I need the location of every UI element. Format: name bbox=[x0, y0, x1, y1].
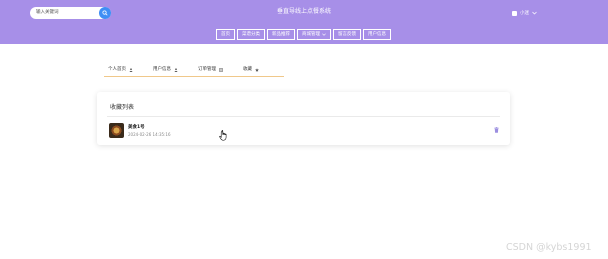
dish-name: 美食1号 bbox=[128, 125, 145, 130]
watermark: CSDN @kybs1991 bbox=[506, 242, 592, 253]
nav-item-label: 用户信息 bbox=[368, 32, 386, 37]
dish-thumbnail bbox=[109, 123, 124, 138]
hand-cursor-icon bbox=[219, 130, 227, 141]
chevron-down-icon bbox=[322, 33, 326, 36]
favorite-time: 2024-02-26 14:35:16 bbox=[128, 132, 171, 137]
nav-item-new-recommend[interactable]: 新品推荐 bbox=[267, 29, 295, 40]
tab-user-info[interactable]: 用户信息 bbox=[149, 64, 194, 77]
favorites-card: 收藏列表 美食1号 2024-02-26 14:35:16 bbox=[97, 92, 510, 145]
top-bar: 垂直导线上点餐系统 小迷 bbox=[0, 0, 608, 27]
user-icon bbox=[129, 68, 133, 72]
user-menu[interactable]: 小迷 bbox=[512, 9, 537, 17]
tab-label: 用户信息 bbox=[153, 67, 171, 72]
favorite-item[interactable]: 美食1号 2024-02-26 14:35:16 bbox=[109, 123, 499, 139]
tab-label: 个人首页 bbox=[108, 67, 126, 72]
nav-item-feedback[interactable]: 留言反馈 bbox=[333, 29, 361, 40]
chevron-down-icon bbox=[532, 11, 537, 15]
user-icon bbox=[174, 68, 178, 72]
profile-tabs: 个人首页 用户信息 订单管理 收藏 bbox=[104, 64, 284, 77]
favorites-title: 收藏列表 bbox=[110, 104, 135, 111]
nav-item-menu-category[interactable]: 菜谱分类 bbox=[237, 29, 265, 40]
nav-bar: 首页 菜谱分类 新品推荐 商城管理 留言反馈 用户信息 bbox=[0, 27, 608, 44]
nav-item-shop-management[interactable]: 商城管理 bbox=[297, 29, 331, 40]
nav-item-home[interactable]: 首页 bbox=[216, 29, 235, 40]
nav-menu: 首页 菜谱分类 新品推荐 商城管理 留言反馈 用户信息 bbox=[216, 29, 393, 40]
trash-icon bbox=[493, 126, 499, 133]
order-icon bbox=[219, 68, 223, 72]
nav-item-label: 首页 bbox=[221, 32, 230, 37]
nav-item-label: 新品推荐 bbox=[272, 32, 290, 37]
star-icon bbox=[255, 68, 259, 72]
tab-label: 订单管理 bbox=[198, 67, 216, 72]
delete-button[interactable] bbox=[493, 126, 499, 133]
avatar bbox=[512, 10, 517, 16]
nav-item-label: 留言反馈 bbox=[338, 32, 356, 37]
divider bbox=[107, 116, 500, 117]
tab-personal-home[interactable]: 个人首页 bbox=[104, 64, 149, 77]
tab-order-management[interactable]: 订单管理 bbox=[194, 64, 239, 77]
tab-favorites[interactable]: 收藏 bbox=[239, 64, 284, 77]
tab-label: 收藏 bbox=[243, 67, 252, 72]
nav-item-user-info[interactable]: 用户信息 bbox=[363, 29, 391, 40]
nav-item-label: 商城管理 bbox=[302, 32, 320, 37]
user-name: 小迷 bbox=[520, 11, 529, 16]
nav-item-label: 菜谱分类 bbox=[242, 32, 260, 37]
